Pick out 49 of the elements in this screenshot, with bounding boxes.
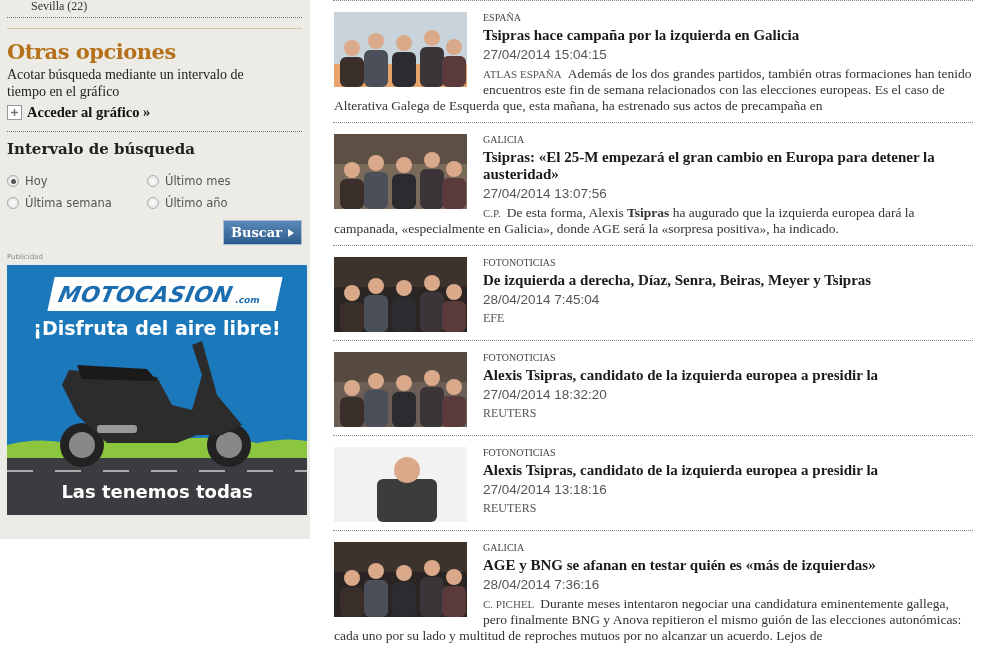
article-title[interactable]: De izquierda a derecha, Díaz, Senra, Beiras, Meyer y Tsipras (334, 272, 973, 289)
radio-option[interactable]: Último año (147, 196, 287, 210)
radio-option[interactable]: Última semana (7, 196, 147, 210)
article-section: FOTONOTICIAS (334, 257, 973, 269)
article-summary: ATLAS ESPAÑA Además de los dos grandes partidos, también otras formaciones han tenido encuentros este fin de semana relacionados con las elecciones europeas. Es el caso de Alterativa Galega de Esquerda que, esta mañana, ha estrenado sus actos de precampaña en (334, 66, 973, 114)
article-summary: C. PICHEL Durante meses intentaron negociar una candidatura eminentemente gallega, pero finalmente BNG y Anova repitieron el mismo guión de las elecciones autonómicas: cada uno por su lado y multitud de reproches mutuos por no alcanzar un acuerdo. Lejos de (334, 596, 963, 644)
options-text: Acotar búsqueda mediante un intervalo de tiempo en el gráfico (7, 66, 245, 100)
filter-item[interactable]: Sevilla (22) (7, 0, 302, 13)
article-title[interactable]: AGE y BNG se afanan en testar quién es «más de izquierdas» (334, 557, 973, 574)
ad-tagline: Las tenemos todas (60, 481, 254, 502)
radio-label: Último año (165, 196, 228, 210)
article-author: REUTERS (482, 406, 538, 421)
article-date: 27/04/2014 15:04:15 (482, 46, 608, 63)
article-date: 28/04/2014 7:36:16 (482, 576, 601, 593)
plus-icon[interactable] (7, 105, 22, 120)
article-section: ESPAÑA (334, 12, 973, 24)
article-title[interactable]: Alexis Tsipras, candidato de la izquierda europea a presidir la (334, 462, 973, 479)
brand-name: MOTOCASION (56, 281, 236, 307)
radio-label: Última semana (25, 196, 112, 210)
article-author: EFE (482, 311, 506, 326)
radio-option[interactable]: Hoy (7, 174, 147, 188)
radio-label: Último mes (165, 174, 231, 188)
article-section: FOTONOTICIAS (334, 447, 973, 459)
radio-button[interactable] (147, 197, 159, 209)
section-title: Intervalo de búsqueda (7, 140, 196, 158)
article-date: 27/04/2014 18:32:20 (482, 386, 608, 403)
article-title[interactable]: Alexis Tsipras, candidato de la izquierda europea a presidir la (334, 367, 973, 384)
article-section: GALICIA (334, 542, 973, 554)
brand-domain: .com (234, 295, 261, 305)
article-date: 27/04/2014 13:18:16 (482, 481, 608, 498)
article-summary: C.P. De esta forma, Alexis Tsipras ha augurado que la izquierda europea dará la campanada, «especialmente en Galicia», donde AGE será la «sorpresa positiva», ha indicado. (334, 205, 916, 237)
radio-button[interactable] (147, 175, 159, 187)
radio-option[interactable]: Último mes (147, 174, 287, 188)
triangle-icon (288, 228, 294, 237)
ad-slogan: ¡Disfruta del aire libre! (32, 317, 282, 339)
radio-button[interactable] (7, 175, 19, 187)
section-title: Otras opciones (7, 39, 177, 64)
chart-link[interactable]: Acceder al gráfico » (27, 104, 151, 121)
article-section: FOTONOTICIAS (334, 352, 973, 364)
ad-banner[interactable]: MOTOCASION.com ¡Disfruta del aire libre! Las tenemos todas (7, 265, 307, 515)
radio-button[interactable] (7, 197, 19, 209)
article-date: 28/04/2014 7:45:04 (482, 291, 601, 308)
article-date: 27/04/2014 13:07:56 (482, 185, 608, 202)
article-section: GALICIA (334, 134, 973, 146)
article-title[interactable]: Tsipras hace campaña por la izquierda en Galicia (334, 27, 973, 44)
article-author: REUTERS (482, 501, 538, 516)
search-button[interactable]: Buscar (223, 220, 302, 245)
radio-label: Hoy (25, 174, 48, 188)
article-title[interactable]: Tsipras: «El 25-M empezará el gran cambio en Europa para detener la austeridad» (334, 149, 973, 183)
